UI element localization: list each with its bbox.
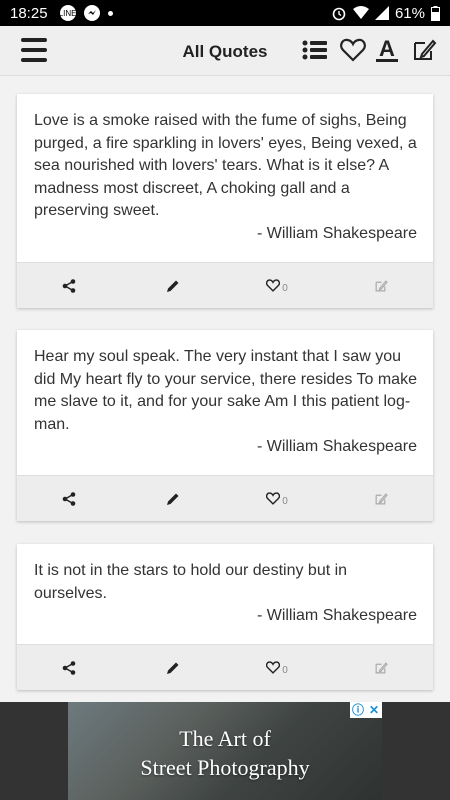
quote-text: It is not in the stars to hold our desti…: [34, 562, 348, 602]
messenger-notification-icon: [83, 5, 100, 21]
like-button[interactable]: 0: [225, 263, 329, 308]
quote-card: Love is a smoke raised with the fume of …: [17, 94, 433, 308]
edit-note-button[interactable]: [329, 476, 433, 521]
quote-text: Love is a smoke raised with the fume of …: [34, 112, 417, 219]
heart-icon[interactable]: [339, 36, 367, 64]
edit-button[interactable]: [121, 476, 225, 521]
edit-button[interactable]: [121, 263, 225, 308]
battery-icon: [431, 5, 440, 21]
list-icon[interactable]: [301, 36, 329, 64]
like-count: 0: [282, 283, 288, 294]
quote-author: - William Shakespeare: [256, 438, 417, 455]
quote-card: It is not in the stars to hold our desti…: [17, 544, 433, 690]
share-button[interactable]: [17, 645, 121, 690]
pencil-icon: [167, 493, 179, 505]
ad-info-icon[interactable]: ⓘ: [350, 702, 366, 718]
edit-note-button[interactable]: [329, 263, 433, 308]
pencil-icon: [167, 662, 179, 674]
edit-note-icon: [375, 661, 388, 673]
edit-note-icon: [375, 492, 388, 504]
battery-percent: 61%: [394, 4, 425, 22]
heart-outline-icon: [266, 492, 281, 505]
share-icon: [62, 491, 76, 506]
more-notifications-icon: [107, 10, 113, 16]
font-icon[interactable]: A: [373, 36, 401, 64]
quote-card: Hear my soul speak. The very instant tha…: [17, 330, 433, 521]
menu-icon[interactable]: [21, 38, 47, 62]
ad-banner[interactable]: The Art of Street Photography ⓘ ✕: [0, 702, 450, 800]
ad-headline-line1: The Art of: [179, 726, 271, 751]
status-bar: 18:25 LINE 61%: [0, 0, 450, 26]
quote-actions: 0: [17, 262, 433, 308]
edit-button[interactable]: [121, 645, 225, 690]
pencil-icon: [167, 280, 179, 292]
ad-close-icon[interactable]: ✕: [366, 702, 382, 718]
share-button[interactable]: [17, 263, 121, 308]
quote-actions: 0: [17, 475, 433, 521]
alarm-icon: [332, 7, 346, 21]
edit-note-icon[interactable]: [410, 36, 438, 64]
like-count: 0: [282, 496, 288, 507]
quote-text: Hear my soul speak. The very instant tha…: [34, 348, 417, 433]
line-notification-icon: LINE: [59, 5, 76, 21]
edit-note-icon: [375, 279, 388, 291]
quote-author: - William Shakespeare: [256, 607, 417, 624]
signal-icon: [374, 6, 389, 20]
like-button[interactable]: 0: [225, 476, 329, 521]
heart-outline-icon: [266, 661, 281, 674]
share-icon: [62, 278, 76, 293]
heart-outline-icon: [266, 279, 281, 292]
share-icon: [62, 660, 76, 675]
edit-note-button[interactable]: [329, 645, 433, 690]
app-bar: All Quotes A: [0, 26, 450, 76]
quote-author: - William Shakespeare: [256, 224, 417, 242]
share-button[interactable]: [17, 476, 121, 521]
svg-text:A: A: [379, 37, 395, 61]
quote-actions: 0: [17, 644, 433, 690]
ad-headline-line2: Street Photography: [140, 755, 310, 780]
like-button[interactable]: 0: [225, 645, 329, 690]
ad-image[interactable]: The Art of Street Photography ⓘ ✕: [68, 702, 382, 800]
like-count: 0: [282, 665, 288, 676]
status-time: 18:25: [10, 4, 48, 22]
wifi-icon: [352, 6, 369, 19]
